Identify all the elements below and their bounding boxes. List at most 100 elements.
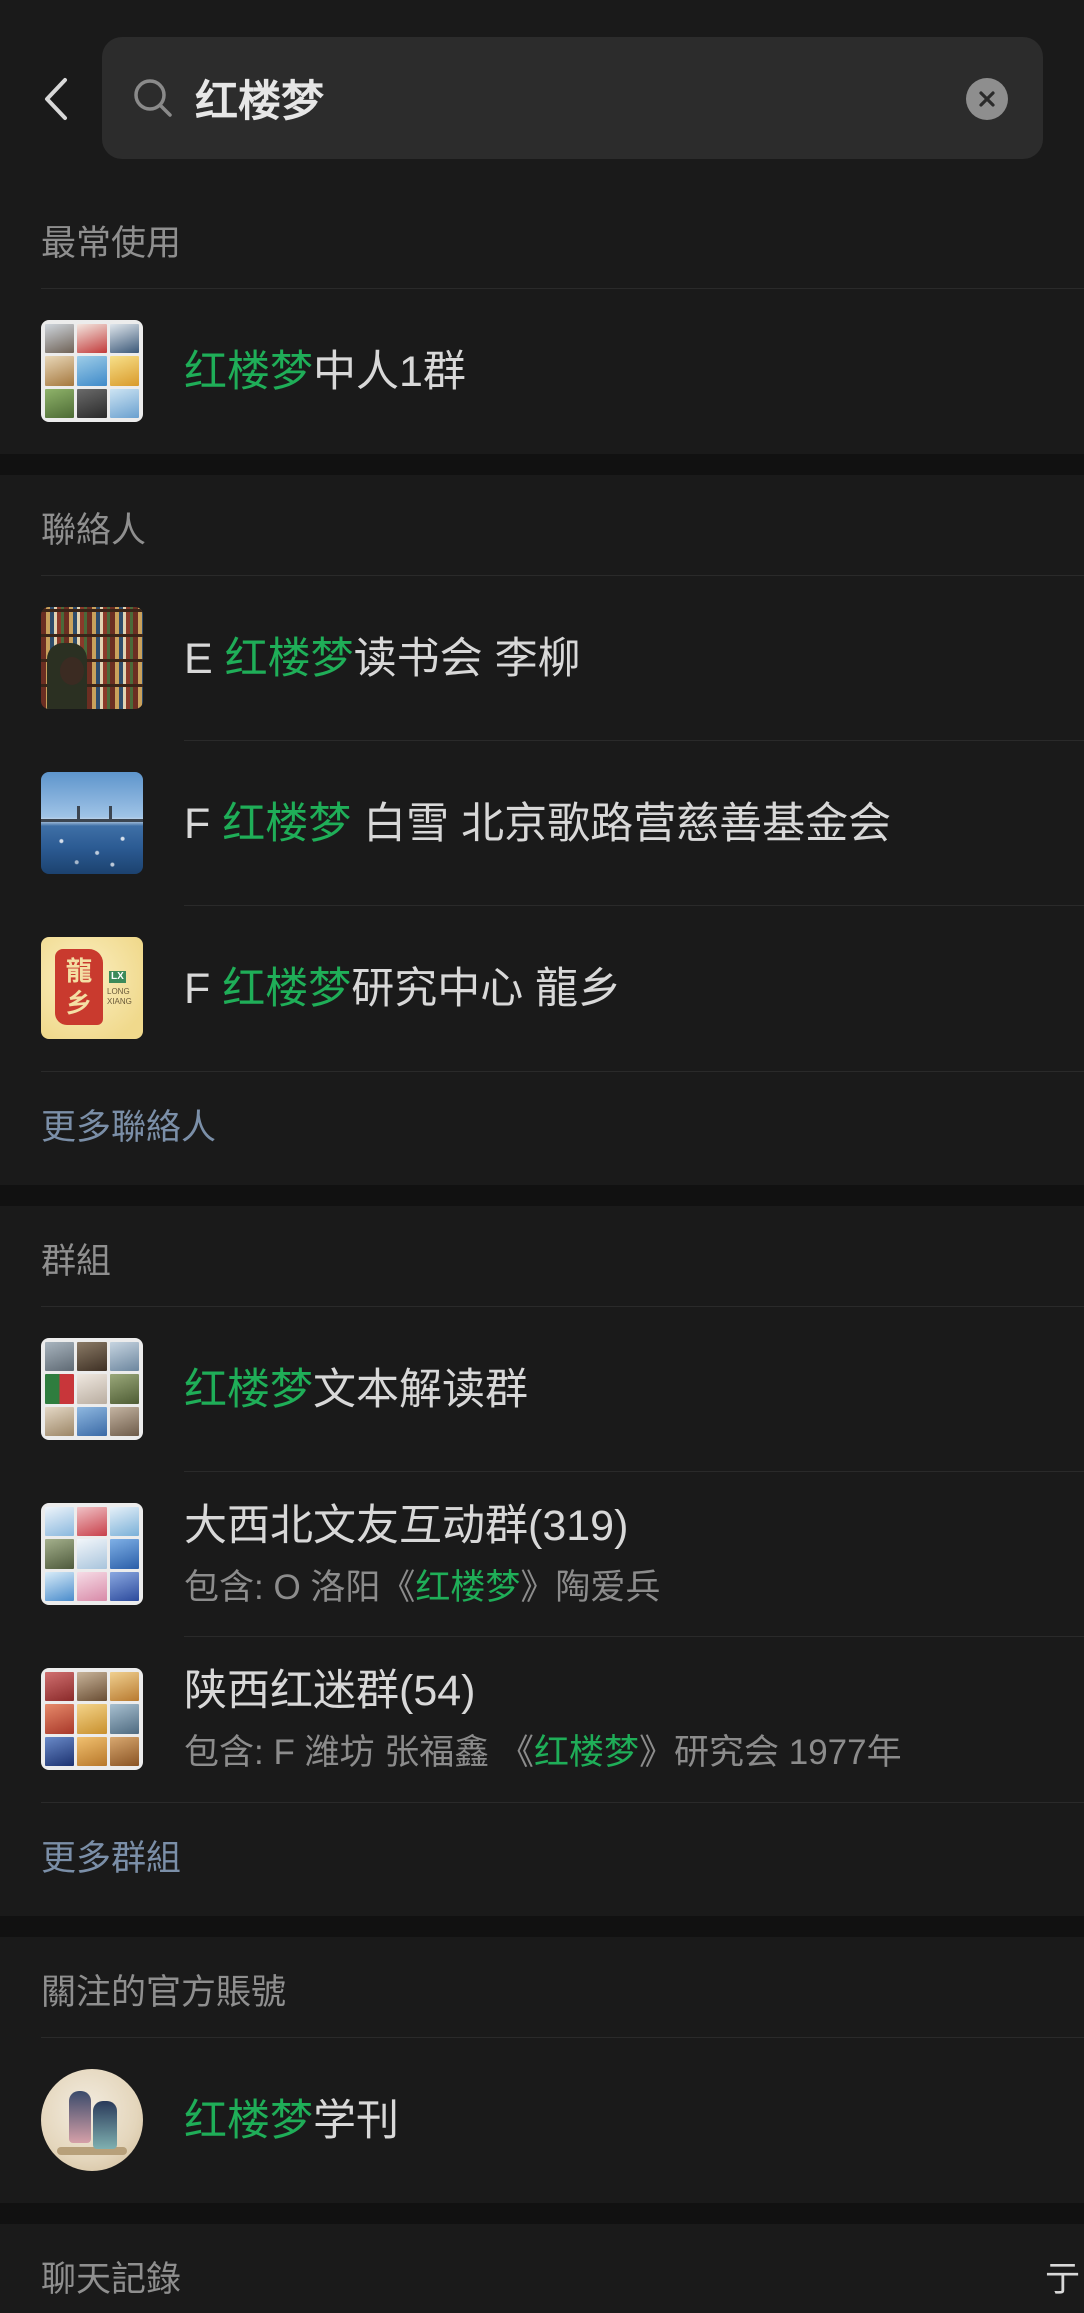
more-link-row: 更多群組 [41, 1802, 1084, 1916]
avatar-tile [45, 1736, 75, 1766]
section-title: 聯絡人 [41, 511, 147, 550]
section-header: 最常使用 [41, 188, 1084, 289]
avatar-tile [77, 1736, 107, 1766]
logo-seal-char: 乡 [65, 988, 92, 1018]
avatar-tile [45, 1704, 75, 1734]
section-divider [0, 1185, 1084, 1206]
contact-avatar [41, 772, 143, 874]
group-avatar [41, 1503, 143, 1605]
result-row-group-hongloumeng-zhongren[interactable]: 红楼梦 中人1群 [0, 289, 1084, 454]
result-title: F 红楼梦 白雪 北京歌路营慈善基金会 [184, 799, 891, 849]
result-row-contact-reading-club[interactable]: E 红楼梦 读书会 李柳 [0, 576, 1084, 741]
avatar-tile [45, 388, 75, 418]
clear-button[interactable] [966, 78, 1008, 120]
back-button[interactable] [36, 72, 76, 126]
avatar-water-glints [41, 827, 143, 874]
result-row-group-northwest-writers[interactable]: 大西北文友互动群(319) 包含: O 洛阳《 红楼梦 》陶爱兵 [0, 1472, 1084, 1637]
title-segment: F [184, 800, 223, 848]
official-account-avatar [41, 2069, 143, 2171]
title-segment: 白雪 北京歌路营慈善基金会 [351, 800, 892, 848]
avatar-tile [109, 1539, 139, 1569]
title-segment: 中人1群 [313, 348, 466, 396]
avatar-tile [45, 356, 75, 386]
result-row-official-journal[interactable]: 红楼梦 学刊 [0, 2038, 1084, 2203]
result-title: 红楼梦 学刊 [184, 2096, 399, 2146]
title-segment: 红楼梦 [222, 800, 352, 848]
title-segment: 红楼梦 [184, 348, 313, 396]
title-segment: 红楼梦 [184, 1366, 313, 1414]
avatar-tile [109, 1374, 139, 1404]
search-header [0, 0, 1084, 188]
avatar-tile [77, 1539, 107, 1569]
section-header: 聯絡人 [41, 475, 1084, 576]
section-chat-history: 聊天記錄 亍 [0, 2224, 1084, 2313]
row-text: 红楼梦 文本解读群 [184, 1307, 1084, 1472]
section-contacts: 聯絡人 E 红楼梦 读书会 李柳 F 红楼梦 白雪 北京歌路营慈善基金会 龍 乡… [0, 475, 1084, 1185]
subtitle-segment: 包含: O 洛阳《 [184, 1568, 416, 1607]
more-groups-link[interactable]: 更多群組 [0, 1802, 1084, 1916]
avatar-tile [45, 1571, 75, 1601]
section-divider [0, 1916, 1084, 1937]
avatar-figure [69, 2091, 91, 2143]
row-text: 陕西红迷群(54) 包含: F 潍坊 张福鑫 《 红楼梦 》研究会 1977年 [184, 1637, 1084, 1802]
search-input[interactable] [195, 68, 935, 128]
result-title: 大西北文友互动群(319) [184, 1501, 628, 1551]
result-row-group-text-reading[interactable]: 红楼梦 文本解读群 [0, 1307, 1084, 1472]
partial-text: 亍 [1044, 2260, 1080, 2299]
row-text: 红楼梦 中人1群 [184, 289, 1084, 454]
avatar-tile [77, 324, 107, 354]
avatar-tile [109, 388, 139, 418]
result-row-group-shaanxi-fans[interactable]: 陕西红迷群(54) 包含: F 潍坊 张福鑫 《 红楼梦 》研究会 1977年 [0, 1637, 1084, 1802]
avatar-tile [77, 1406, 107, 1436]
result-title: 红楼梦 文本解读群 [184, 1365, 528, 1415]
title-segment: 红楼梦 [224, 635, 354, 683]
logo-mark: LX [109, 971, 126, 983]
title-segment: 研究中心 龍乡 [351, 965, 622, 1013]
contact-avatar-logo: 龍 乡 LX LONG XIANG [41, 937, 143, 1039]
avatar-tile [45, 1406, 75, 1436]
result-subtitle: 包含: F 潍坊 张福鑫 《 红楼梦 》研究会 1977年 [184, 1732, 902, 1774]
avatar-tile [109, 1507, 139, 1537]
section-frequent: 最常使用 红楼梦 中人1群 [0, 188, 1084, 454]
row-text: 红楼梦 学刊 [184, 2038, 1084, 2203]
avatar-tile [109, 1736, 139, 1766]
section-groups: 群組 红楼梦 文本解读群 大西北文友互动群(319) 包含: O 洛阳《 红楼梦… [0, 1206, 1084, 1916]
section-divider [0, 2203, 1084, 2224]
group-avatar [41, 1338, 143, 1440]
section-title: 群組 [41, 1242, 112, 1281]
avatar-tile [77, 1571, 107, 1601]
more-groups-label: 更多群組 [41, 1839, 182, 1878]
avatar-bridge [41, 819, 143, 822]
avatar-tile [109, 1672, 139, 1702]
avatar-tile [45, 1539, 75, 1569]
result-row-contact-research-center[interactable]: 龍 乡 LX LONG XIANG F 红楼梦 研究中心 龍乡 [0, 906, 1084, 1071]
section-divider [0, 454, 1084, 475]
subtitle-segment: 包含: F 潍坊 张福鑫 《 [184, 1733, 535, 1772]
avatar-tile [109, 1342, 139, 1372]
contact-avatar [41, 607, 143, 709]
subtitle-segment: 》研究会 1977年 [639, 1733, 902, 1772]
more-contacts-link[interactable]: 更多聯絡人 [0, 1071, 1084, 1185]
avatar-tile [77, 1704, 107, 1734]
title-segment: 读书会 李柳 [353, 635, 581, 683]
title-segment: F [184, 965, 223, 1013]
result-title: E 红楼梦 读书会 李柳 [184, 634, 581, 684]
title-segment: 红楼梦 [222, 965, 352, 1013]
avatar-tile [109, 356, 139, 386]
section-official-accounts: 關注的官方賬號 红楼梦 学刊 [0, 1937, 1084, 2203]
logo-caption: XIANG [107, 997, 132, 1006]
result-row-contact-baixue[interactable]: F 红楼梦 白雪 北京歌路营慈善基金会 [0, 741, 1084, 906]
avatar-tile [77, 356, 107, 386]
row-text: F 红楼梦 研究中心 龍乡 [184, 906, 1084, 1071]
search-box[interactable] [102, 37, 1043, 159]
group-avatar [41, 320, 143, 422]
section-header: 關注的官方賬號 [41, 1937, 1084, 2038]
logo-seal-char: 龍 [65, 956, 92, 986]
clear-icon [979, 91, 995, 107]
avatar-tile [45, 1672, 75, 1702]
subtitle-segment: 红楼梦 [534, 1733, 640, 1772]
subtitle-segment: 》陶爱兵 [520, 1568, 661, 1607]
avatar-figure [93, 2101, 117, 2149]
avatar-tile [109, 1704, 139, 1734]
avatar-tile [77, 1507, 107, 1537]
